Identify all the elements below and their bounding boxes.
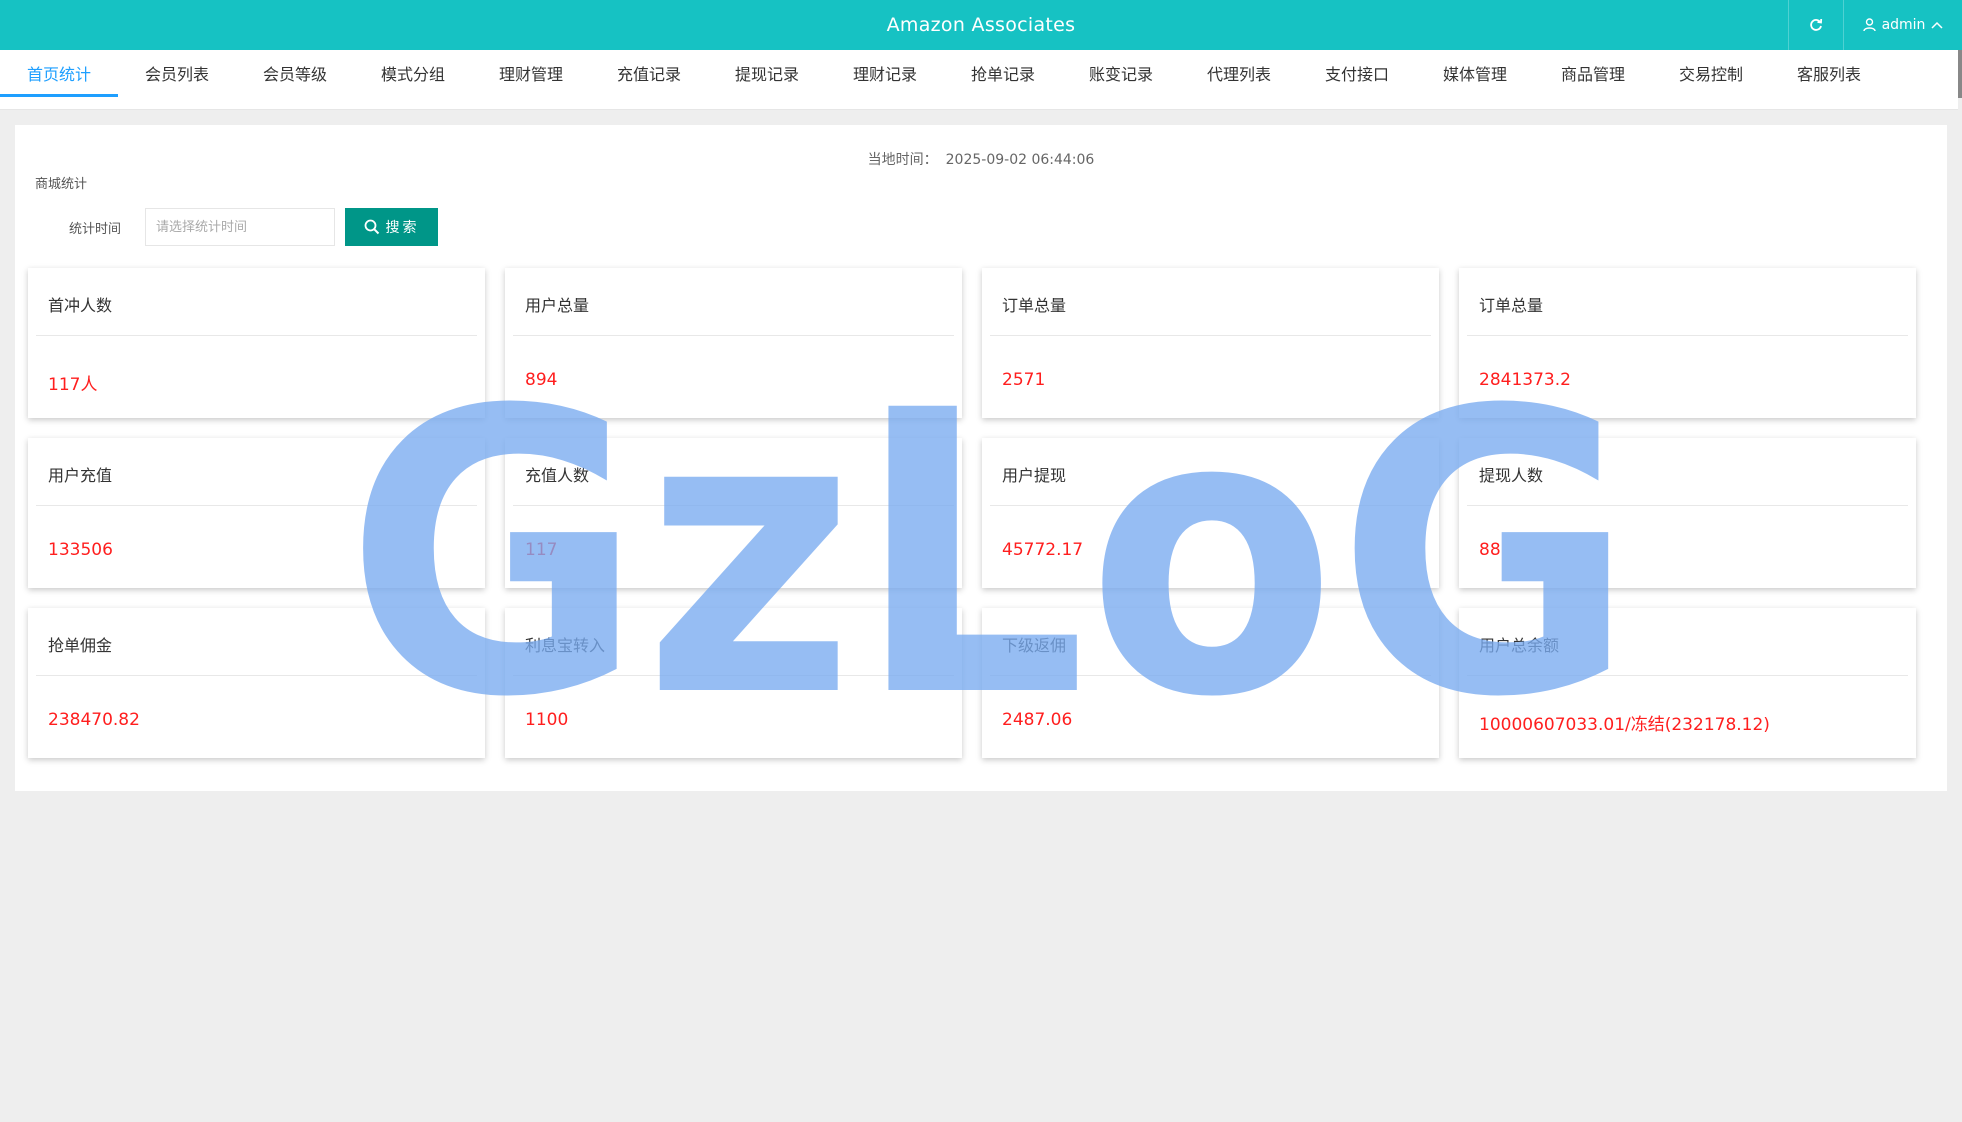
tab-customer-service[interactable]: 客服列表 xyxy=(1770,50,1888,96)
stat-card-value: 2487.06 xyxy=(1002,710,1073,730)
stats-time-input[interactable] xyxy=(145,208,335,246)
refresh-button[interactable] xyxy=(1788,0,1844,50)
stat-card: 订单总量 2841373.2 xyxy=(1459,268,1916,418)
stat-card-title: 抢单佣金 xyxy=(36,608,477,676)
stat-card-title: 首冲人数 xyxy=(36,268,477,336)
stat-card: 订单总量 2571 xyxy=(982,268,1439,418)
search-button[interactable]: 搜索 xyxy=(345,208,438,246)
tab-home-stats[interactable]: 首页统计 xyxy=(0,50,118,97)
user-icon xyxy=(1862,18,1876,32)
stat-card: 用户总量 894 xyxy=(505,268,962,418)
stat-card-title: 用户提现 xyxy=(990,438,1431,506)
stat-card-title: 用户总余额 xyxy=(1467,608,1908,676)
stat-card-value: 894 xyxy=(525,370,558,390)
tab-account-changes[interactable]: 账变记录 xyxy=(1062,50,1180,96)
stat-card: 充值人数 117 xyxy=(505,438,962,588)
stat-card: 用户充值 133506 xyxy=(28,438,485,588)
stat-card: 抢单佣金 238470.82 xyxy=(28,608,485,758)
tab-media-management[interactable]: 媒体管理 xyxy=(1416,50,1534,96)
chevron-up-icon xyxy=(1931,21,1943,29)
stat-card-title: 充值人数 xyxy=(513,438,954,506)
stats-panel: 当地时间： 2025-09-02 06:44:06 商城统计 统计时间 搜索 首冲… xyxy=(15,125,1947,791)
local-time: 当地时间： 2025-09-02 06:44:06 xyxy=(15,149,1947,169)
stat-card-value: 117人 xyxy=(48,375,98,395)
tab-payment-interfaces[interactable]: 支付接口 xyxy=(1298,50,1416,96)
user-name: admin xyxy=(1881,17,1926,33)
stat-card-value: 45772.17 xyxy=(1002,540,1084,560)
stat-card-title: 订单总量 xyxy=(1467,268,1908,336)
stat-card-value: 2571 xyxy=(1002,370,1046,390)
stat-card-value: 1100 xyxy=(525,710,569,730)
local-time-value: 2025-09-02 06:44:06 xyxy=(945,152,1095,168)
stat-card-title: 下级返佣 xyxy=(990,608,1431,676)
tab-trade-control[interactable]: 交易控制 xyxy=(1652,50,1770,96)
stat-card: 利息宝转入 1100 xyxy=(505,608,962,758)
user-menu[interactable]: admin xyxy=(1844,0,1962,50)
tab-members[interactable]: 会员列表 xyxy=(118,50,236,96)
stat-card: 首冲人数 117人 xyxy=(28,268,485,418)
stat-card: 用户总余额 10000607033.01/冻结(232178.12) xyxy=(1459,608,1916,758)
stat-card: 提现人数 88 xyxy=(1459,438,1916,588)
stat-card-value: 238470.82 xyxy=(48,710,140,730)
tab-product-management[interactable]: 商品管理 xyxy=(1534,50,1652,96)
top-header-bar: Amazon Associates admin xyxy=(0,0,1962,50)
tab-finance-management[interactable]: 理财管理 xyxy=(472,50,590,96)
stat-card-value: 133506 xyxy=(48,540,113,560)
stat-card-value: 88 xyxy=(1479,540,1501,560)
stat-card-value: 10000607033.01/冻结(232178.12) xyxy=(1479,715,1770,735)
section-title: 商城统计 xyxy=(35,177,88,192)
stat-card: 用户提现 45772.17 xyxy=(982,438,1439,588)
search-button-label: 搜索 xyxy=(385,220,420,236)
tab-finance-records[interactable]: 理财记录 xyxy=(826,50,944,96)
stat-card-title: 用户充值 xyxy=(36,438,477,506)
tab-member-levels[interactable]: 会员等级 xyxy=(236,50,354,96)
tab-agents[interactable]: 代理列表 xyxy=(1180,50,1298,96)
stat-card-title: 提现人数 xyxy=(1467,438,1908,506)
tab-mode-groups[interactable]: 模式分组 xyxy=(354,50,472,96)
tab-withdraw-records[interactable]: 提现记录 xyxy=(708,50,826,96)
stat-card-title: 用户总量 xyxy=(513,268,954,336)
stat-card-title: 订单总量 xyxy=(990,268,1431,336)
stat-card-value: 2841373.2 xyxy=(1479,370,1571,390)
refresh-icon xyxy=(1810,18,1823,31)
stat-card-value: 117 xyxy=(525,540,558,560)
stats-time-label: 统计时间 xyxy=(69,222,122,237)
search-icon xyxy=(364,219,379,235)
local-time-label: 当地时间： xyxy=(867,152,938,168)
app-title: Amazon Associates xyxy=(886,14,1076,36)
nav-tabs: 首页统计 会员列表 会员等级 模式分组 理财管理 充值记录 提现记录 理财记录 … xyxy=(0,50,1958,110)
stat-card: 下级返佣 2487.06 xyxy=(982,608,1439,758)
tab-recharge-records[interactable]: 充值记录 xyxy=(590,50,708,96)
tab-order-grab-records[interactable]: 抢单记录 xyxy=(944,50,1062,96)
stat-card-title: 利息宝转入 xyxy=(513,608,954,676)
page-scrollbar[interactable] xyxy=(1958,50,1962,98)
